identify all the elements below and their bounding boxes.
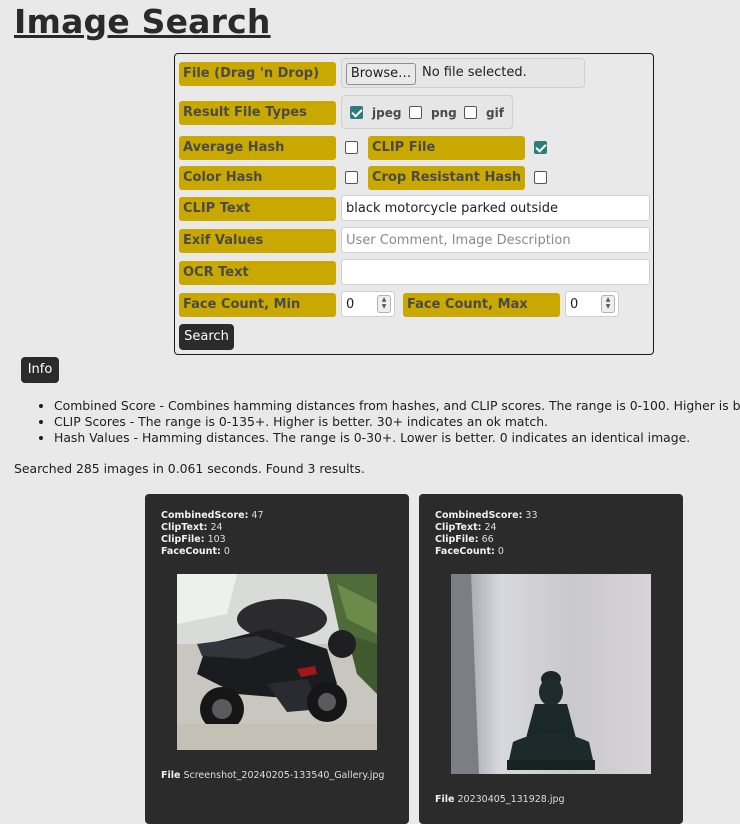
color-hash-label: Color Hash <box>179 166 336 190</box>
result-stats: CombinedScore: 47 ClipText: 24 ClipFile:… <box>161 510 264 558</box>
clip-file-checkbox[interactable] <box>534 141 547 154</box>
stat-label: ClipFile: <box>435 534 479 545</box>
face-count-min-input[interactable]: 0 ▲ ▼ <box>341 291 395 317</box>
clip-text-input[interactable] <box>341 195 650 221</box>
ocr-text-label: OCR Text <box>179 261 336 285</box>
file-name[interactable]: 20230405_131928.jpg <box>457 794 564 805</box>
page-title: Image Search <box>14 2 271 41</box>
result-file-types-group: jpeg png gif <box>341 95 513 129</box>
average-hash-checkbox[interactable] <box>345 141 358 154</box>
png-checkbox[interactable] <box>409 106 422 119</box>
result-stats: CombinedScore: 33 ClipText: 24 ClipFile:… <box>435 510 538 558</box>
result-card: CombinedScore: 33 ClipText: 24 ClipFile:… <box>419 494 683 824</box>
stat-label: ClipText: <box>161 522 208 533</box>
list-item: CLIP Scores - The range is 0-135+. Highe… <box>54 414 740 430</box>
browse-button[interactable]: Browse… <box>346 63 416 85</box>
exif-values-label: Exif Values <box>179 229 336 253</box>
clip-file-label: CLIP File <box>368 136 525 160</box>
face-count-value: 0 <box>497 546 504 557</box>
file-status: No file selected. <box>422 65 527 80</box>
result-file: File Screenshot_20240205-133540_Gallery.… <box>161 770 384 781</box>
search-form: File (Drag 'n Drop) Browse… No file sele… <box>174 53 654 355</box>
stat-label: ClipText: <box>435 522 482 533</box>
file-name[interactable]: Screenshot_20240205-133540_Gallery.jpg <box>183 770 384 781</box>
file-label: File <box>161 770 181 781</box>
clip-text-score-value: 24 <box>484 522 497 533</box>
clip-text-score-value: 24 <box>210 522 223 533</box>
stat-label: ClipFile: <box>161 534 205 545</box>
result-image-buddha[interactable] <box>451 574 651 774</box>
jpeg-label: jpeg <box>372 106 402 120</box>
stat-label: FaceCount: <box>161 546 221 557</box>
info-button[interactable]: Info <box>21 357 59 383</box>
stat-label: CombinedScore: <box>435 510 523 521</box>
file-label: File <box>435 794 455 805</box>
face-count-max-label: Face Count, Max <box>403 293 560 317</box>
clip-text-label: CLIP Text <box>179 197 336 221</box>
face-count-max-input[interactable]: 0 ▲ ▼ <box>565 291 619 317</box>
info-list: Combined Score - Combines hamming distan… <box>14 398 740 446</box>
result-file: File 20230405_131928.jpg <box>435 794 565 805</box>
crop-resistant-hash-checkbox[interactable] <box>534 171 547 184</box>
result-image-motorcycle[interactable] <box>177 574 377 750</box>
average-hash-label: Average Hash <box>179 136 336 160</box>
gif-checkbox[interactable] <box>464 106 477 119</box>
list-item: Combined Score - Combines hamming distan… <box>54 398 740 414</box>
crop-resistant-hash-label: Crop Resistant Hash <box>368 166 525 190</box>
jpeg-checkbox[interactable] <box>350 106 363 119</box>
exif-values-input[interactable] <box>341 227 650 253</box>
search-button[interactable]: Search <box>179 324 234 350</box>
stat-label: FaceCount: <box>435 546 495 557</box>
file-drop-zone[interactable]: Browse… No file selected. <box>341 58 585 88</box>
face-count-min-value: 0 <box>346 297 355 312</box>
search-summary: Searched 285 images in 0.061 seconds. Fo… <box>14 461 365 476</box>
gif-label: gif <box>486 106 504 120</box>
stat-label: CombinedScore: <box>161 510 249 521</box>
clip-file-score-value: 66 <box>481 534 494 545</box>
combined-score-value: 33 <box>525 510 538 521</box>
png-label: png <box>431 106 457 120</box>
face-count-min-label: Face Count, Min <box>179 293 336 317</box>
file-label: File (Drag 'n Drop) <box>179 62 336 86</box>
clip-file-score-value: 103 <box>207 534 226 545</box>
combined-score-value: 47 <box>251 510 264 521</box>
face-count-value: 0 <box>223 546 230 557</box>
list-item: Hash Values - Hamming distances. The ran… <box>54 430 740 446</box>
spinner-arrows-icon[interactable]: ▲ ▼ <box>377 295 391 313</box>
result-file-types-label: Result File Types <box>179 101 336 125</box>
face-count-max-value: 0 <box>570 297 579 312</box>
color-hash-checkbox[interactable] <box>345 171 358 184</box>
spinner-arrows-icon[interactable]: ▲ ▼ <box>601 295 615 313</box>
ocr-text-input[interactable] <box>341 259 650 285</box>
result-card: CombinedScore: 47 ClipText: 24 ClipFile:… <box>145 494 409 824</box>
